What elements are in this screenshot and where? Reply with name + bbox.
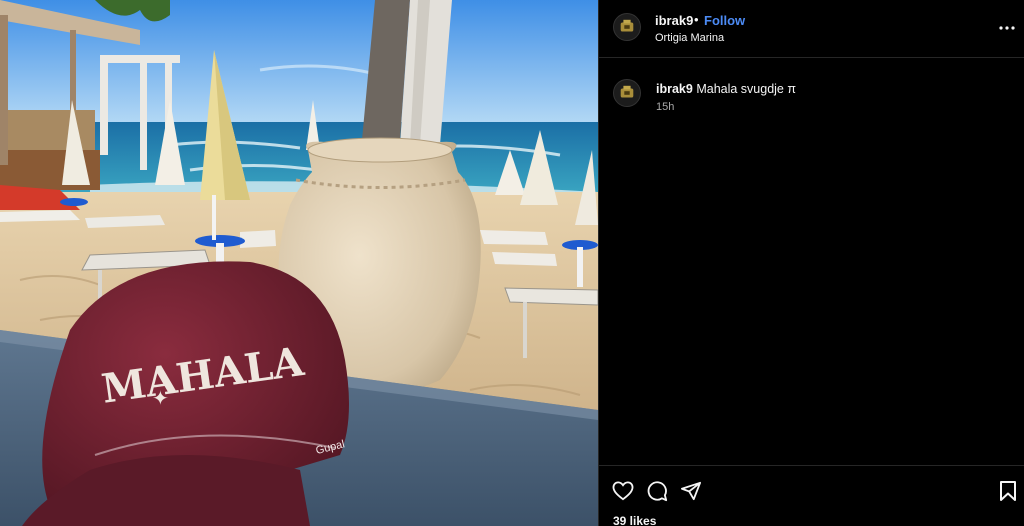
post-photo[interactable]: MAHALA ✦ Gupal (0, 0, 598, 526)
more-options-icon (999, 26, 1015, 30)
cap-star-icon: ✦ (152, 388, 169, 410)
bookmark-icon (1000, 481, 1016, 501)
like-button[interactable] (611, 479, 635, 503)
separator-dot: • (694, 12, 699, 27)
share-button[interactable] (679, 479, 703, 503)
post-timestamp[interactable]: 15h (656, 101, 674, 113)
author-avatar[interactable] (613, 13, 641, 41)
comment-icon (647, 481, 668, 502)
beach-photo: MAHALA ✦ Gupal (0, 0, 598, 526)
emblem-icon (620, 85, 634, 98)
caption-line: ibrak9 Mahala svugdje π (656, 82, 796, 96)
action-bar: 39 likes (599, 465, 1024, 526)
post-header: ibrak9 • Follow Ortigia Marina (599, 0, 1024, 58)
post-location[interactable]: Ortigia Marina (655, 32, 724, 44)
post-caption: ibrak9 Mahala svugdje π 15h (599, 70, 1024, 130)
emblem-icon (620, 19, 634, 32)
heart-icon (612, 481, 634, 501)
more-options-button[interactable] (995, 16, 1019, 40)
post-details-panel: ibrak9 • Follow Ortigia Marina ibrak9 Ma… (598, 0, 1024, 526)
likes-count[interactable]: 39 likes (613, 514, 656, 526)
caption-text: Mahala svugdje π (696, 82, 796, 96)
caption-avatar[interactable] (613, 79, 641, 107)
send-icon (681, 481, 701, 501)
save-button[interactable] (996, 479, 1020, 503)
comment-button[interactable] (645, 479, 669, 503)
caption-username[interactable]: ibrak9 (656, 82, 693, 96)
follow-button[interactable]: Follow (704, 13, 745, 28)
author-username[interactable]: ibrak9 (655, 13, 693, 28)
